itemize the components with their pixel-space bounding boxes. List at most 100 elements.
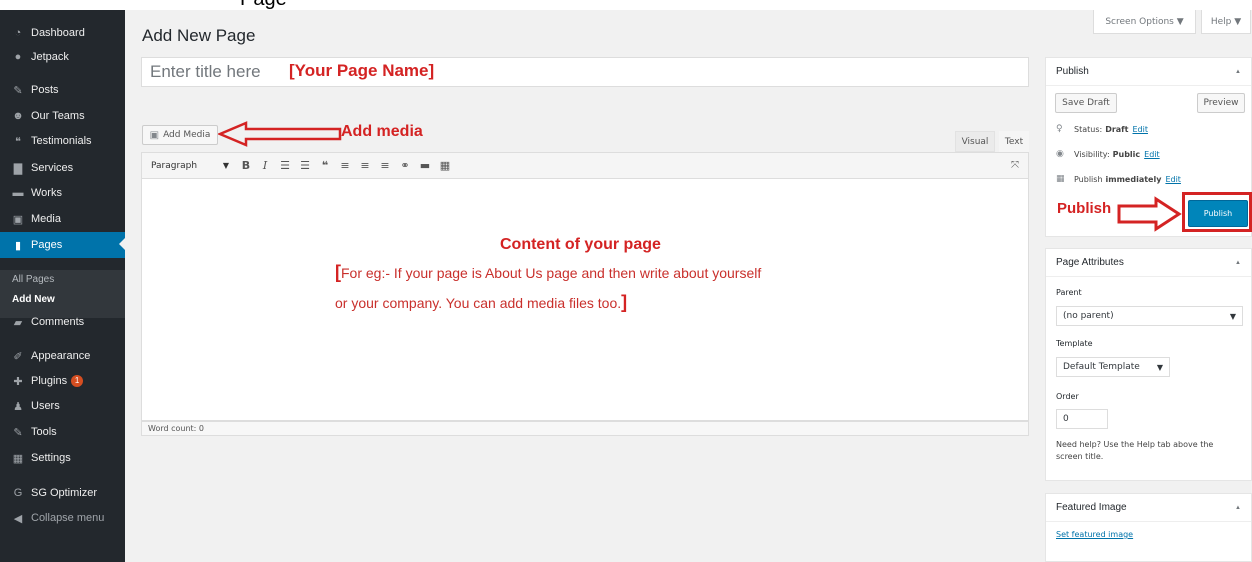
publish-box-header[interactable]: Publish ▲ — [1046, 58, 1251, 86]
sidebar-item-comments[interactable]: ▰ Comments — [0, 310, 125, 334]
plugin-icon: ✚ — [13, 375, 23, 388]
page-name-annotation: [Your Page Name] — [289, 61, 435, 80]
collapse-toggle-icon[interactable]: ▲ — [1235, 505, 1241, 511]
edit-status-link[interactable]: Edit — [1132, 125, 1148, 134]
sidebar-item-dashboard[interactable]: ◔ Dashboard — [0, 21, 125, 45]
featured-image-box: Featured Image ▲ Set featured image — [1045, 493, 1252, 562]
page-title: Add New Page — [142, 26, 256, 45]
schedule-value: immediately — [1105, 174, 1162, 184]
chevron-down-icon: ▼ — [222, 161, 229, 170]
sidebar-item-label: Plugins — [31, 375, 68, 387]
add-media-label: Add Media — [163, 130, 211, 140]
sidebar-item-testimonials[interactable]: ❝ Testimonials — [0, 129, 125, 153]
parent-select[interactable]: (no parent) ▼ — [1056, 306, 1243, 326]
services-icon: ▇ — [13, 162, 23, 175]
page-attributes-help: Need help? Use the Help tab above the sc… — [1056, 440, 1214, 461]
sidebar-item-label: Jetpack — [31, 51, 69, 63]
collapse-menu-button[interactable]: ◀ Collapse menu — [0, 506, 125, 530]
page-attributes-title: Page Attributes — [1056, 257, 1124, 268]
visibility-label: Visibility: — [1074, 149, 1110, 159]
chevron-down-icon: ▼ — [1229, 311, 1236, 321]
word-count: Word count: 0 — [141, 421, 1029, 436]
sidebar-item-media[interactable]: ▣ Media — [0, 207, 125, 231]
template-label: Template — [1056, 339, 1093, 348]
collapse-toggle-icon[interactable]: ▲ — [1235, 260, 1241, 266]
content-line-2-text: or your company. You can add media files… — [335, 295, 622, 311]
screen-options-button[interactable]: Screen Options ▼ — [1093, 10, 1196, 34]
align-center-icon[interactable]: ≡ — [356, 156, 374, 175]
sidebar-item-works[interactable]: ▬ Works — [0, 181, 125, 205]
wrench-icon: ✎ — [13, 426, 23, 439]
sidebar-item-label: Comments — [31, 316, 85, 328]
pages-icon: ▮ — [14, 239, 22, 252]
set-featured-image-link[interactable]: Set featured image — [1056, 530, 1133, 539]
add-media-annotation: Add media — [341, 123, 423, 140]
sidebar-item-sg-optimizer[interactable]: G SG Optimizer — [0, 481, 125, 505]
visibility-value: Public — [1112, 149, 1141, 159]
update-count-badge: 1 — [71, 375, 84, 387]
sidebar-item-label: Works — [31, 187, 62, 199]
sg-optimizer-icon: G — [13, 487, 23, 499]
tab-visual[interactable]: Visual — [955, 131, 995, 152]
featured-image-header[interactable]: Featured Image ▲ — [1046, 494, 1251, 522]
submenu-all-pages[interactable]: All Pages — [12, 274, 54, 285]
settings-icon: ▦ — [12, 452, 24, 465]
template-select[interactable]: Default Template ▼ — [1056, 357, 1170, 377]
sidebar-item-label: Services — [31, 162, 74, 174]
admin-sidebar: ◔ Dashboard ● Jetpack ✎ Posts ☻ Our Teams ❝ T… — [0, 10, 125, 562]
save-draft-button[interactable]: Save Draft — [1055, 93, 1117, 113]
fullscreen-icon[interactable]: ⤧ — [1006, 156, 1024, 175]
sidebar-item-tools[interactable]: ✎ Tools — [0, 420, 125, 444]
toolbar-toggle-icon[interactable]: ▦ — [436, 156, 454, 175]
pin-icon: ✎ — [13, 84, 23, 97]
add-media-button[interactable]: ▣ Add Media — [142, 125, 218, 145]
align-left-icon[interactable]: ≡ — [336, 156, 354, 175]
order-input[interactable]: 0 — [1056, 409, 1108, 429]
sidebar-item-label: Users — [31, 400, 60, 412]
calendar-icon: ▦ — [1056, 174, 1065, 184]
sidebar-item-our-teams[interactable]: ☻ Our Teams — [0, 104, 125, 128]
teams-icon: ☻ — [12, 110, 24, 122]
read-more-icon[interactable]: ▬ — [416, 156, 434, 175]
bullet-list-icon[interactable]: ☰ — [276, 156, 294, 175]
status-row: ♀ Status: Draft Edit — [1056, 124, 1148, 134]
status-label: Status: — [1074, 124, 1103, 134]
italic-icon[interactable]: I — [256, 156, 274, 175]
media-icon: ▣ — [12, 213, 24, 226]
sidebar-item-pages[interactable]: ▮ Pages — [0, 232, 125, 258]
tab-text[interactable]: Text — [999, 131, 1029, 152]
sidebar-item-label: Tools — [31, 426, 57, 438]
sidebar-item-label: Testimonials — [31, 135, 92, 147]
sidebar-item-services[interactable]: ▇ Services — [0, 156, 125, 180]
sidebar-item-posts[interactable]: ✎ Posts — [0, 78, 125, 102]
sidebar-item-label: Our Teams — [31, 110, 85, 122]
sidebar-item-appearance[interactable]: ✐ Appearance — [0, 344, 125, 368]
page-attributes-header[interactable]: Page Attributes ▲ — [1046, 249, 1251, 277]
sidebar-item-label: Dashboard — [31, 27, 85, 39]
blockquote-icon[interactable]: ❝ — [316, 156, 334, 175]
content-annotation-line-2: or your company. You can add media files… — [335, 292, 627, 313]
submenu-add-new[interactable]: Add New — [12, 294, 55, 305]
sidebar-item-label: Appearance — [31, 350, 91, 362]
sidebar-item-settings[interactable]: ▦ Settings — [0, 446, 125, 470]
sidebar-item-users[interactable]: ♟ Users — [0, 394, 125, 418]
bold-icon[interactable]: B — [237, 156, 255, 175]
edit-visibility-link[interactable]: Edit — [1144, 150, 1160, 159]
collapse-icon: ◀ — [13, 512, 23, 525]
numbered-list-icon[interactable]: ☰ — [296, 156, 314, 175]
sidebar-item-plugins[interactable]: ✚ Plugins 1 — [0, 369, 125, 393]
link-icon[interactable]: ⚭ — [396, 156, 414, 175]
align-right-icon[interactable]: ≡ — [376, 156, 394, 175]
title-input[interactable]: Enter title here — [141, 57, 1029, 87]
preview-button[interactable]: Preview — [1197, 93, 1245, 113]
pin-icon: ♀ — [1056, 124, 1063, 134]
collapse-toggle-icon[interactable]: ▲ — [1235, 69, 1241, 75]
sidebar-item-jetpack[interactable]: ● Jetpack — [0, 45, 125, 69]
format-select[interactable]: Paragraph ▼ — [147, 156, 233, 175]
help-button[interactable]: Help ▼ — [1201, 10, 1251, 34]
publish-button[interactable]: Publish — [1188, 200, 1248, 227]
media-icon: ▣ — [149, 129, 160, 141]
sidebar-item-label: SG Optimizer — [31, 487, 98, 499]
content-bracket-close: ] — [621, 292, 628, 312]
edit-schedule-link[interactable]: Edit — [1165, 175, 1181, 184]
